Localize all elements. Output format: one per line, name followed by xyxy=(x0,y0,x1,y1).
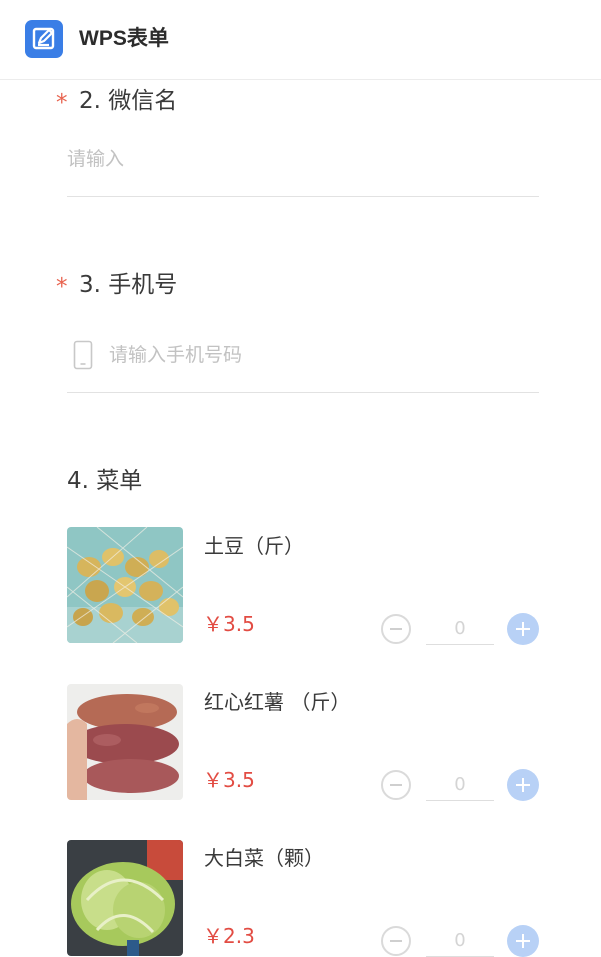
app-header: WPS表单 xyxy=(0,0,601,80)
item-price-sweet-potatoes: ￥3.5 xyxy=(203,768,255,792)
minus-button[interactable] xyxy=(381,926,411,956)
potatoes-photo xyxy=(67,527,183,643)
wechat-name-input[interactable]: 请输入 xyxy=(67,146,124,172)
item-price-potatoes: ￥3.5 xyxy=(203,612,255,636)
plus-button[interactable] xyxy=(507,613,539,645)
question-title-menu: 4. 菜单 xyxy=(67,468,143,494)
question-title-phone: 3. 手机号 xyxy=(79,272,178,298)
sweet-potatoes-photo xyxy=(67,684,183,800)
form-edit-icon xyxy=(25,20,63,58)
napa-cabbage-photo xyxy=(67,840,183,956)
item-name-potatoes: 土豆（斤） xyxy=(204,534,304,558)
item-name-napa-cabbage: 大白菜（颗） xyxy=(204,846,324,870)
required-mark: * xyxy=(56,274,68,300)
phone-input-underline xyxy=(67,392,539,393)
minus-button[interactable] xyxy=(381,614,411,644)
phone-number-input[interactable]: 请输入手机号码 xyxy=(109,342,242,368)
app-title: WPS表单 xyxy=(79,27,169,50)
quantity-input[interactable]: 0 xyxy=(426,770,494,801)
quantity-input[interactable]: 0 xyxy=(426,926,494,957)
plus-button[interactable] xyxy=(507,769,539,801)
question-title-wechat: 2. 微信名 xyxy=(79,88,178,114)
quantity-input[interactable]: 0 xyxy=(426,614,494,645)
required-mark: * xyxy=(56,90,68,116)
item-name-sweet-potatoes: 红心红薯 （斤） xyxy=(204,690,351,714)
minus-button[interactable] xyxy=(381,770,411,800)
item-price-napa-cabbage: ￥2.3 xyxy=(203,924,255,948)
mobile-phone-icon xyxy=(73,340,93,370)
wechat-input-underline xyxy=(67,196,539,197)
plus-button[interactable] xyxy=(507,925,539,957)
